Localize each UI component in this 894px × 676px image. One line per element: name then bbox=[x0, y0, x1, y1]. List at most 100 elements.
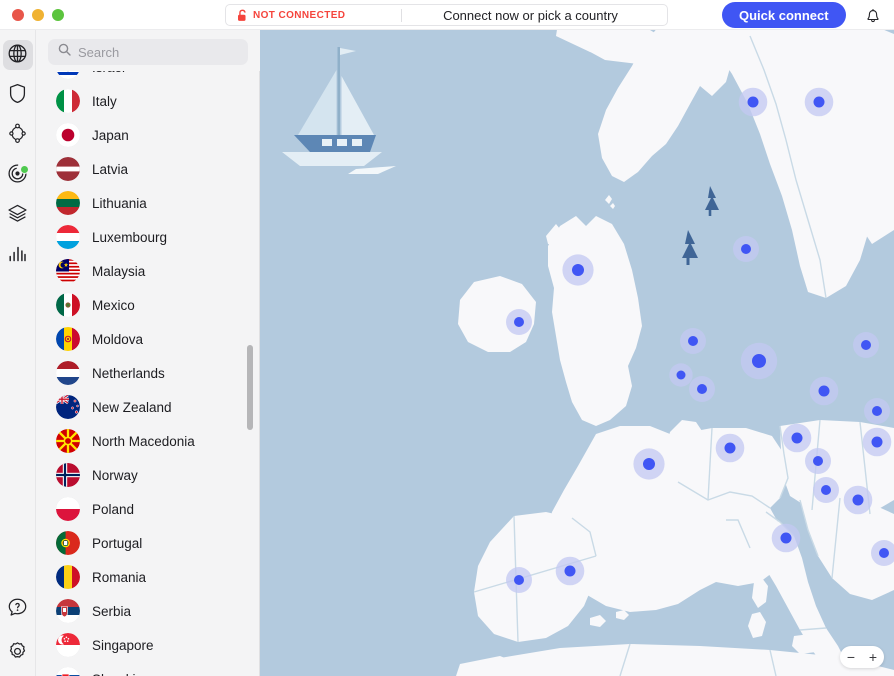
moldova-flag-icon bbox=[56, 327, 80, 351]
sidebar-item-vpn-locations[interactable] bbox=[2, 40, 33, 70]
country-list-item-lithuania[interactable]: Lithuania bbox=[36, 186, 260, 220]
server-marker[interactable] bbox=[733, 236, 759, 262]
server-marker[interactable] bbox=[805, 448, 831, 474]
zoom-out-button[interactable]: − bbox=[840, 650, 862, 664]
country-name: Moldova bbox=[92, 331, 144, 347]
server-marker[interactable] bbox=[813, 477, 839, 503]
minimize-window-button[interactable] bbox=[32, 8, 44, 21]
country-name: Israel bbox=[92, 71, 125, 75]
mexico-flag-icon bbox=[56, 293, 80, 317]
server-marker[interactable] bbox=[864, 398, 890, 424]
country-name: Serbia bbox=[92, 603, 132, 619]
country-list-item-netherlands[interactable]: Netherlands bbox=[36, 356, 260, 390]
country-list-item-japan[interactable]: Japan bbox=[36, 118, 260, 152]
country-panel: Israel Italy Japan Latvia Lithuania Luxembour… bbox=[36, 30, 260, 676]
server-marker[interactable] bbox=[715, 433, 745, 463]
country-list-item-moldova[interactable]: Moldova bbox=[36, 322, 260, 356]
sidebar-item-file-share[interactable] bbox=[3, 200, 33, 230]
sidebar-item-statistics[interactable] bbox=[3, 240, 33, 270]
server-marker[interactable] bbox=[680, 328, 706, 354]
map-zoom-controls: − + bbox=[840, 646, 884, 668]
server-marker[interactable] bbox=[506, 309, 532, 335]
country-list-item-slovakia[interactable]: Slovakia bbox=[36, 662, 260, 676]
quick-connect-button[interactable]: Quick connect bbox=[722, 2, 846, 28]
singapore-flag-icon bbox=[56, 633, 80, 657]
sidebar-item-help[interactable] bbox=[3, 594, 33, 624]
server-marker[interactable] bbox=[862, 427, 892, 457]
search-input[interactable] bbox=[78, 44, 254, 60]
country-list[interactable]: Israel Italy Japan Latvia Lithuania Luxembour… bbox=[36, 71, 260, 676]
zoom-in-button[interactable]: + bbox=[862, 650, 884, 664]
country-name: Romania bbox=[92, 569, 147, 585]
country-list-item-new-zealand[interactable]: New Zealand bbox=[36, 390, 260, 424]
northmacedonia-flag-icon bbox=[56, 429, 80, 453]
country-name: Latvia bbox=[92, 161, 129, 177]
server-marker[interactable] bbox=[871, 540, 894, 566]
country-list-item-singapore[interactable]: Singapore bbox=[36, 628, 260, 662]
country-name: Norway bbox=[92, 467, 138, 483]
navigation-rail bbox=[0, 30, 36, 676]
server-marker[interactable] bbox=[740, 342, 778, 380]
country-name: Poland bbox=[92, 501, 135, 517]
country-name: Lithuania bbox=[92, 195, 147, 211]
country-list-item-north-macedonia[interactable]: North Macedonia bbox=[36, 424, 260, 458]
mesh-network-icon bbox=[7, 123, 28, 147]
maximize-window-button[interactable] bbox=[52, 8, 64, 21]
country-name: Portugal bbox=[92, 535, 143, 551]
country-list-item-serbia[interactable]: Serbia bbox=[36, 594, 260, 628]
sidebar-item-dark-web-monitor[interactable] bbox=[3, 160, 33, 190]
server-marker[interactable] bbox=[738, 87, 768, 117]
sidebar-item-settings[interactable] bbox=[3, 638, 33, 668]
search-area bbox=[36, 30, 260, 71]
server-marker[interactable] bbox=[669, 363, 693, 387]
country-name: North Macedonia bbox=[92, 433, 195, 449]
server-marker[interactable] bbox=[506, 567, 532, 593]
server-marker[interactable] bbox=[809, 376, 839, 406]
close-window-button[interactable] bbox=[12, 8, 24, 21]
world-map[interactable]: − + bbox=[260, 30, 894, 676]
country-name: Luxembourg bbox=[92, 229, 168, 245]
country-name: New Zealand bbox=[92, 399, 172, 415]
search-icon bbox=[58, 43, 71, 61]
server-marker[interactable] bbox=[782, 423, 812, 453]
country-list-item-israel[interactable]: Israel bbox=[36, 71, 260, 84]
search-box[interactable] bbox=[48, 39, 254, 65]
connection-status-group: NOT CONNECTED bbox=[226, 9, 401, 22]
country-list-item-malaysia[interactable]: Malaysia bbox=[36, 254, 260, 288]
connection-status-bar[interactable]: NOT CONNECTED Connect now or pick a coun… bbox=[225, 4, 668, 26]
country-list-item-mexico[interactable]: Mexico bbox=[36, 288, 260, 322]
server-marker[interactable] bbox=[804, 87, 834, 117]
country-list-item-norway[interactable]: Norway bbox=[36, 458, 260, 492]
bar-chart-icon bbox=[8, 245, 27, 265]
portugal-flag-icon bbox=[56, 531, 80, 555]
israel-flag-icon bbox=[56, 71, 80, 79]
server-marker[interactable] bbox=[771, 523, 801, 553]
country-list-item-romania[interactable]: Romania bbox=[36, 560, 260, 594]
vpn-app-window: NOT CONNECTED Connect now or pick a coun… bbox=[0, 0, 894, 676]
country-name: Netherlands bbox=[92, 365, 165, 381]
country-list-item-latvia[interactable]: Latvia bbox=[36, 152, 260, 186]
notification-bell-icon[interactable] bbox=[862, 5, 884, 27]
sidebar-item-threat-protection[interactable] bbox=[3, 80, 33, 110]
shield-icon bbox=[8, 83, 27, 107]
country-list-item-luxembourg[interactable]: Luxembourg bbox=[36, 220, 260, 254]
server-marker[interactable] bbox=[633, 448, 665, 480]
country-list-item-italy[interactable]: Italy bbox=[36, 84, 260, 118]
server-marker[interactable] bbox=[555, 556, 585, 586]
globe-icon bbox=[7, 43, 28, 67]
country-list-item-portugal[interactable]: Portugal bbox=[36, 526, 260, 560]
country-name: Italy bbox=[92, 93, 117, 109]
navigation-rail-bottom bbox=[0, 594, 35, 668]
server-marker[interactable] bbox=[843, 485, 873, 515]
server-marker[interactable] bbox=[853, 332, 879, 358]
country-name: Malaysia bbox=[92, 263, 146, 279]
sidebar-item-meshnet[interactable] bbox=[3, 120, 33, 150]
connection-hint-message: Connect now or pick a country bbox=[443, 7, 618, 23]
server-marker[interactable] bbox=[562, 254, 594, 286]
romania-flag-icon bbox=[56, 565, 80, 589]
netherlands-flag-icon bbox=[56, 361, 80, 385]
malaysia-flag-icon bbox=[56, 259, 80, 283]
country-list-item-poland[interactable]: Poland bbox=[36, 492, 260, 526]
server-marker[interactable] bbox=[689, 376, 715, 402]
server-markers[interactable] bbox=[260, 30, 894, 676]
